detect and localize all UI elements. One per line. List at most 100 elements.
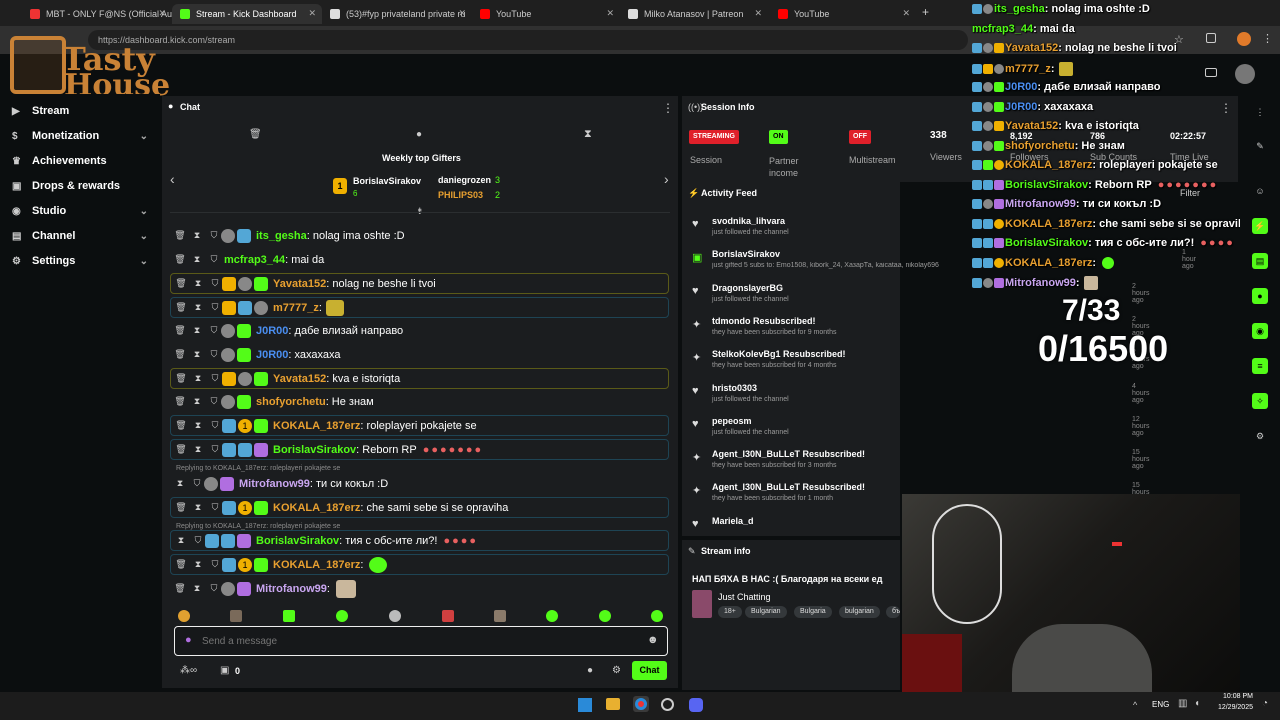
browser-tab-6[interactable]: YouTube ✕ (770, 4, 916, 24)
chat-message[interactable]: 🗑 ⧗ ⛉ Yavata152: nolag ne beshe li tvoi (170, 273, 669, 294)
close-icon[interactable]: ✕ (754, 8, 762, 19)
language-indicator[interactable]: ENG (1152, 700, 1169, 709)
chat-message[interactable]: 🗑 ⧗ ⛉ Yavata152: kva e istoriqta (170, 368, 669, 389)
trash-icon[interactable]: 🗑 (173, 230, 187, 241)
emote[interactable] (336, 610, 348, 622)
hourglass-icon[interactable]: ⧗ (191, 373, 205, 384)
chevron-left-icon[interactable]: ‹ (170, 171, 175, 187)
emote[interactable] (230, 610, 242, 622)
cast-icon[interactable] (1205, 68, 1217, 77)
trash-icon[interactable]: 🗑 (174, 373, 188, 384)
close-icon[interactable]: ✕ (606, 8, 614, 19)
hourglass-icon[interactable]: ⧗ (191, 444, 205, 455)
shield-icon[interactable]: ⛉ (207, 230, 221, 241)
broadcast-icon[interactable]: ◉ (1252, 323, 1268, 339)
shield-icon[interactable]: ⛉ (208, 502, 222, 513)
sidebar-item-drops[interactable]: ▣ Drops & rewards (12, 180, 152, 192)
trash-icon[interactable]: 🗑 (174, 444, 188, 455)
hourglass-icon[interactable]: ⧗ (191, 278, 205, 289)
trash-icon[interactable]: 🗑 (174, 502, 188, 513)
chat-message[interactable]: 🗑 ⧗ ⛉ J0R00: хахахаха (170, 344, 669, 365)
shield-icon[interactable]: ⛉ (207, 349, 221, 360)
chat-message[interactable]: 🗑 ⧗ ⛉ m7777_z: (170, 297, 669, 318)
chat-message[interactable]: 🗑 ⧗ ⛉ J0R00: дабе влизай направо (170, 320, 669, 341)
shield-icon[interactable]: ⛉ (208, 559, 222, 570)
chat-more-icon[interactable]: ⋮ (662, 101, 674, 115)
shield-icon[interactable]: ⛉ (208, 420, 222, 431)
trash-icon[interactable]: 🗑 (174, 302, 188, 313)
chat-message[interactable]: ⧗ ⛉ Mitrofanow99: ти си кокъл :D (170, 473, 669, 494)
sidebar-item-settings[interactable]: ⚙ Settings ⌄ (12, 255, 152, 267)
hourglass-icon[interactable]: ⧗ (584, 128, 592, 141)
browser-tab-2[interactable]: Stream - Kick Dashboard ✕ (172, 4, 322, 24)
emote[interactable] (283, 610, 295, 622)
close-icon[interactable]: ✕ (158, 8, 166, 19)
hourglass-icon[interactable]: ⧗ (191, 559, 205, 570)
hourglass-icon[interactable]: ⧗ (190, 230, 204, 241)
extensions-icon[interactable] (1206, 33, 1216, 43)
shield-icon[interactable]: ⛉ (191, 535, 205, 546)
hourglass-icon[interactable]: ⧗ (191, 302, 205, 313)
hourglass-icon[interactable]: ⧗ (174, 535, 188, 546)
trash-icon[interactable]: 🗑 (174, 559, 188, 570)
trash-icon[interactable]: 🗑 (173, 254, 187, 265)
discord-icon[interactable] (689, 698, 703, 712)
chat-settings-bubble-icon[interactable]: ● (587, 665, 593, 676)
trash-icon[interactable]: 🗑 (173, 583, 187, 594)
chat-bubble-icon[interactable]: ● (1252, 288, 1268, 304)
layers-icon[interactable]: ≡ (1252, 358, 1268, 374)
mic-icon[interactable]: ● (185, 634, 192, 646)
more-icon[interactable]: ⋮ (1252, 104, 1268, 120)
chat-message[interactable]: 🗑 ⧗ ⛉ BorislavSirakov: Reborn RP ●●●●●●● (170, 439, 669, 460)
wrench-icon[interactable]: ✧ (1252, 393, 1268, 409)
trash-icon[interactable]: 🗑 (173, 325, 187, 336)
emote[interactable] (599, 610, 611, 622)
sidebar-item-stream[interactable]: ▶ Stream (12, 105, 152, 117)
volume-icon[interactable]: ◖ (1194, 698, 1200, 709)
hourglass-icon[interactable]: ⧗ (190, 583, 204, 594)
url-field[interactable]: https://dashboard.kick.com/stream (88, 30, 968, 50)
trash-icon[interactable]: 🗑 (174, 420, 188, 431)
network-icon[interactable]: ▥ (1178, 698, 1187, 709)
trash-icon[interactable]: 🗑 (173, 396, 187, 407)
sidebar-item-monetization[interactable]: $ Monetization ⌄ (12, 130, 152, 142)
clock-date[interactable]: 12/29/2025 (1210, 704, 1253, 711)
obs-icon[interactable] (661, 698, 674, 711)
shield-icon[interactable]: ⛉ (190, 478, 204, 489)
users-icon[interactable]: ⁂∞ (180, 665, 197, 676)
shield-icon[interactable]: ⛉ (208, 373, 222, 384)
shield-icon[interactable]: ⛉ (208, 302, 222, 313)
chat-bubble-icon[interactable]: ● (416, 129, 422, 140)
shield-icon[interactable]: ⛉ (207, 396, 221, 407)
hourglass-icon[interactable]: ⧗ (190, 325, 204, 336)
user-icon[interactable]: ☺ (1252, 183, 1268, 199)
chat-message[interactable]: 🗑 ⧗ ⛉ mcfrap3_44: mai da (170, 249, 669, 270)
browser-tab-3[interactable]: (53)#fyp privateland private ru ✕ (322, 4, 472, 24)
gear-icon[interactable]: ⚙ (612, 665, 621, 676)
sidebar-item-achievements[interactable]: ♛ Achievements (12, 155, 152, 167)
emote[interactable] (494, 610, 506, 622)
hourglass-icon[interactable]: ⧗ (191, 502, 205, 513)
emote[interactable] (178, 610, 190, 622)
tray-chevron-icon[interactable]: ^ (1133, 700, 1137, 710)
trash-icon[interactable]: 🗑 (173, 349, 187, 360)
close-icon[interactable]: ✕ (308, 8, 316, 19)
profile-avatar[interactable] (1237, 32, 1251, 46)
chat-message[interactable]: 🗑 ⧗ ⛉ 1 KOKALA_187erz: (170, 554, 669, 575)
sidebar-item-channel[interactable]: ▤ Channel ⌄ (12, 230, 152, 242)
trash-icon[interactable]: 🗑 (174, 278, 188, 289)
chat-message[interactable]: 🗑 ⧗ ⛉ Mitrofanow99: (170, 578, 669, 599)
bolt-icon[interactable]: ⚡ (1252, 218, 1268, 234)
hourglass-icon[interactable]: ⧗ (190, 396, 204, 407)
chat-message[interactable]: 🗑 ⧗ ⛉ 1 KOKALA_187erz: che sami sebe si se o… (170, 497, 669, 518)
shield-icon[interactable]: ⛉ (207, 254, 221, 265)
clock-time[interactable]: 10:08 PM (1213, 693, 1253, 700)
emoji-icon[interactable]: ☻ (647, 634, 659, 646)
close-icon[interactable]: ✕ (902, 8, 910, 19)
chat-input[interactable] (202, 632, 632, 650)
emote[interactable] (389, 610, 401, 622)
shield-icon[interactable]: ⛉ (207, 325, 221, 336)
close-icon[interactable]: ✕ (458, 8, 466, 19)
pencil-icon[interactable]: ✎ (1252, 138, 1268, 154)
windows-start-icon[interactable] (578, 698, 592, 712)
